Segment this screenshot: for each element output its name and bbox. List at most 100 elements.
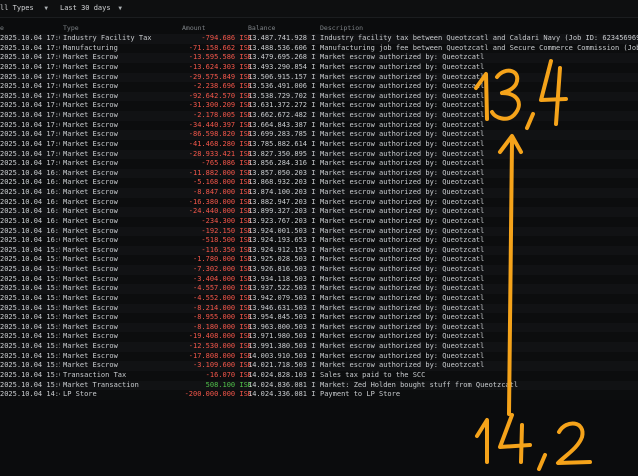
table-row[interactable]: 2025.10.04 15:01Market Transaction508.10… bbox=[0, 380, 638, 391]
table-row[interactable]: 2025.10.04 17:06Manufacturing-71.158.662… bbox=[0, 43, 638, 54]
row-date: 2025.10.04 15:53 bbox=[0, 313, 60, 322]
col-header-date[interactable]: e bbox=[0, 24, 4, 32]
row-amount: -92.642.570 ISK bbox=[188, 91, 252, 100]
table-row[interactable]: 2025.10.04 15:01Transaction Tax-16.070 I… bbox=[0, 370, 638, 381]
table-row[interactable]: 2025.10.04 15:52Market Escrow-17.808.000… bbox=[0, 351, 638, 362]
row-date: 2025.10.04 16:16 bbox=[0, 207, 60, 216]
chevron-down-icon: ▼ bbox=[118, 5, 122, 12]
row-date: 2025.10.04 16:15 bbox=[0, 216, 60, 225]
row-balance: 13.971.980.503 ISK bbox=[248, 332, 316, 341]
row-date: 2025.10.04 16:15 bbox=[0, 226, 60, 235]
table-row[interactable]: 2025.10.04 17:04Market Escrow-13.595.586… bbox=[0, 53, 638, 63]
table-row[interactable]: 2025.10.04 15:52Market Escrow-12.530.000… bbox=[0, 342, 638, 352]
row-description: Market escrow authorized by: Queotzcatl bbox=[320, 91, 485, 100]
table-row[interactable]: 2025.10.04 16:20Market Escrow-5.168.000 … bbox=[0, 178, 638, 188]
table-row[interactable]: 2025.10.04 15:52Market Escrow-19.408.000… bbox=[0, 332, 638, 342]
row-balance: 13.954.845.503 ISK bbox=[248, 313, 316, 322]
row-date: 2025.10.04 15:52 bbox=[0, 342, 60, 350]
row-date: 2025.10.04 17:06 bbox=[0, 34, 60, 42]
table-row[interactable]: 2025.10.04 17:04Market Escrow-13.624.303… bbox=[0, 62, 638, 73]
row-balance: 13.946.631.503 ISK bbox=[248, 303, 316, 312]
row-balance: 13.857.050.203 ISK bbox=[248, 168, 316, 177]
table-row[interactable]: 2025.10.04 15:55Market Escrow-4.557.000 … bbox=[0, 284, 638, 294]
row-balance: 13.937.522.503 ISK bbox=[248, 284, 316, 293]
date-filter-dropdown[interactable]: Last 30 days ▼ bbox=[60, 3, 122, 14]
row-description: Market escrow authorized by: Queotzcatl bbox=[320, 72, 485, 81]
row-balance: 13.942.079.503 ISK bbox=[248, 293, 316, 302]
table-row[interactable]: 2025.10.04 17:06Industry Facility Tax-79… bbox=[0, 34, 638, 44]
table-row[interactable]: 2025.10.04 15:53Market Escrow-8.955.000 … bbox=[0, 313, 638, 323]
table-row[interactable]: 2025.10.04 17:04Market Escrow-765.086 IS… bbox=[0, 159, 638, 169]
table-row[interactable]: 2025.10.04 16:01Market Escrow-518.500 IS… bbox=[0, 236, 638, 246]
row-date: 2025.10.04 16:01 bbox=[0, 236, 60, 245]
table-row[interactable]: 2025.10.04 15:59Market Escrow-116.350 IS… bbox=[0, 245, 638, 256]
row-amount: -28.933.421 ISK bbox=[188, 149, 252, 158]
row-date: 2025.10.04 15:54 bbox=[0, 303, 60, 312]
row-balance: 13.785.882.614 ISK bbox=[248, 139, 316, 148]
row-description: Market escrow authorized by: Queotzcatl bbox=[320, 265, 485, 273]
row-date: 2025.10.04 14:47 bbox=[0, 390, 60, 399]
table-row[interactable]: 2025.10.04 14:47LP Store-200.000.000 ISK… bbox=[0, 390, 638, 400]
row-amount: -1.780.000 ISK bbox=[192, 255, 252, 264]
row-amount: -17.808.000 ISK bbox=[188, 351, 252, 360]
table-row[interactable]: 2025.10.04 15:56Market Escrow-3.404.000 … bbox=[0, 274, 638, 285]
row-balance: 13.827.350.895 ISK bbox=[248, 149, 316, 158]
row-balance: 13.699.283.785 ISK bbox=[248, 130, 316, 139]
row-date: 2025.10.04 17:04 bbox=[0, 53, 60, 62]
row-description: Market: Zed Holden bought stuff from Que… bbox=[320, 380, 519, 389]
row-date: 2025.10.04 16:18 bbox=[0, 197, 60, 206]
table-row[interactable]: 2025.10.04 17:04Market Escrow-41.468.280… bbox=[0, 139, 638, 150]
row-description: Market escrow authorized by: Queotzcatl bbox=[320, 197, 485, 206]
col-header-amount[interactable]: Amount bbox=[182, 24, 205, 32]
row-date: 2025.10.04 16:20 bbox=[0, 188, 60, 196]
table-row[interactable]: 2025.10.04 17:04Market Escrow-2.238.696 … bbox=[0, 82, 638, 92]
table-row[interactable]: 2025.10.04 15:57Market Escrow-1.780.000 … bbox=[0, 255, 638, 265]
row-amount: -4.557.000 ISK bbox=[192, 284, 252, 293]
row-balance: 13.934.118.503 ISK bbox=[248, 274, 316, 283]
table-row[interactable]: 2025.10.04 16:15Market Escrow-192.150 IS… bbox=[0, 226, 638, 237]
table-row[interactable]: 2025.10.04 16:18Market Escrow-16.380.000… bbox=[0, 197, 638, 208]
row-amount: -3.404.000 ISK bbox=[192, 274, 252, 283]
row-balance: 13.926.816.503 ISK bbox=[248, 265, 316, 273]
table-row[interactable]: 2025.10.04 17:04Market Escrow-86.598.820… bbox=[0, 130, 638, 140]
table-row[interactable]: 2025.10.04 15:54Market Escrow-8.214.000 … bbox=[0, 303, 638, 314]
row-balance: 13.506.915.157 ISK bbox=[248, 72, 316, 81]
table-row[interactable]: 2025.10.04 17:04Market Escrow-31.300.209… bbox=[0, 101, 638, 111]
type-filter-dropdown[interactable]: ll Types ▼ bbox=[0, 3, 48, 14]
col-header-type[interactable]: Type bbox=[63, 24, 79, 32]
annotation-stroke-4c bbox=[498, 413, 532, 449]
table-row[interactable]: 2025.10.04 16:16Market Escrow-24.440.000… bbox=[0, 207, 638, 217]
row-amount: -13.624.303 ISK bbox=[188, 62, 252, 71]
row-amount: -29.575.849 ISK bbox=[188, 72, 252, 81]
table-row[interactable]: 2025.10.04 16:15Market Escrow-234.300 IS… bbox=[0, 216, 638, 227]
row-description: Manufacturing job fee between Queotzcatl… bbox=[320, 43, 638, 52]
row-description: Market escrow authorized by: Queotzcatl bbox=[320, 168, 485, 177]
row-amount: -116.350 ISK bbox=[201, 245, 252, 254]
table-row[interactable]: 2025.10.04 16:20Market Escrow-11.882.000… bbox=[0, 168, 638, 179]
table-row[interactable]: 2025.10.04 15:56Market Escrow-7.302.000 … bbox=[0, 265, 638, 275]
journal-table: 2025.10.04 17:06Industry Facility Tax-79… bbox=[0, 34, 638, 400]
col-header-description[interactable]: Description bbox=[320, 24, 363, 32]
table-row[interactable]: 2025.10.04 17:04Market Escrow-29.575.849… bbox=[0, 72, 638, 83]
row-date: 2025.10.04 15:01 bbox=[0, 370, 60, 379]
row-balance: 14.003.910.503 ISK bbox=[248, 351, 316, 360]
row-description: Market escrow authorized by: Queotzcatl bbox=[320, 207, 485, 216]
table-row[interactable]: 2025.10.04 15:50Market Escrow-3.109.600 … bbox=[0, 361, 638, 371]
row-balance: 13.536.491.006 ISK bbox=[248, 82, 316, 91]
row-amount: -13.595.586 ISK bbox=[188, 53, 252, 62]
row-balance: 13.924.001.503 ISK bbox=[248, 226, 316, 235]
row-date: 2025.10.04 17:04 bbox=[0, 91, 60, 100]
table-row[interactable]: 2025.10.04 17:04Market Escrow-34.440.397… bbox=[0, 120, 638, 131]
table-row[interactable]: 2025.10.04 15:53Market Escrow-8.180.000 … bbox=[0, 322, 638, 333]
row-date: 2025.10.04 16:20 bbox=[0, 168, 60, 177]
table-row[interactable]: 2025.10.04 16:20Market Escrow-8.847.000 … bbox=[0, 188, 638, 198]
table-row[interactable]: 2025.10.04 17:04Market Escrow-2.178.005 … bbox=[0, 111, 638, 121]
col-header-balance[interactable]: Balance bbox=[248, 24, 275, 32]
table-row[interactable]: 2025.10.04 17:04Market Escrow-28.933.421… bbox=[0, 149, 638, 160]
table-row[interactable]: 2025.10.04 15:54Market Escrow-4.552.000 … bbox=[0, 293, 638, 304]
row-date: 2025.10.04 15:54 bbox=[0, 293, 60, 302]
table-row[interactable]: 2025.10.04 17:04Market Escrow-92.642.570… bbox=[0, 91, 638, 102]
row-date: 2025.10.04 17:06 bbox=[0, 43, 60, 52]
row-amount: -5.168.000 ISK bbox=[192, 178, 252, 187]
row-date: 2025.10.04 15:55 bbox=[0, 284, 60, 293]
